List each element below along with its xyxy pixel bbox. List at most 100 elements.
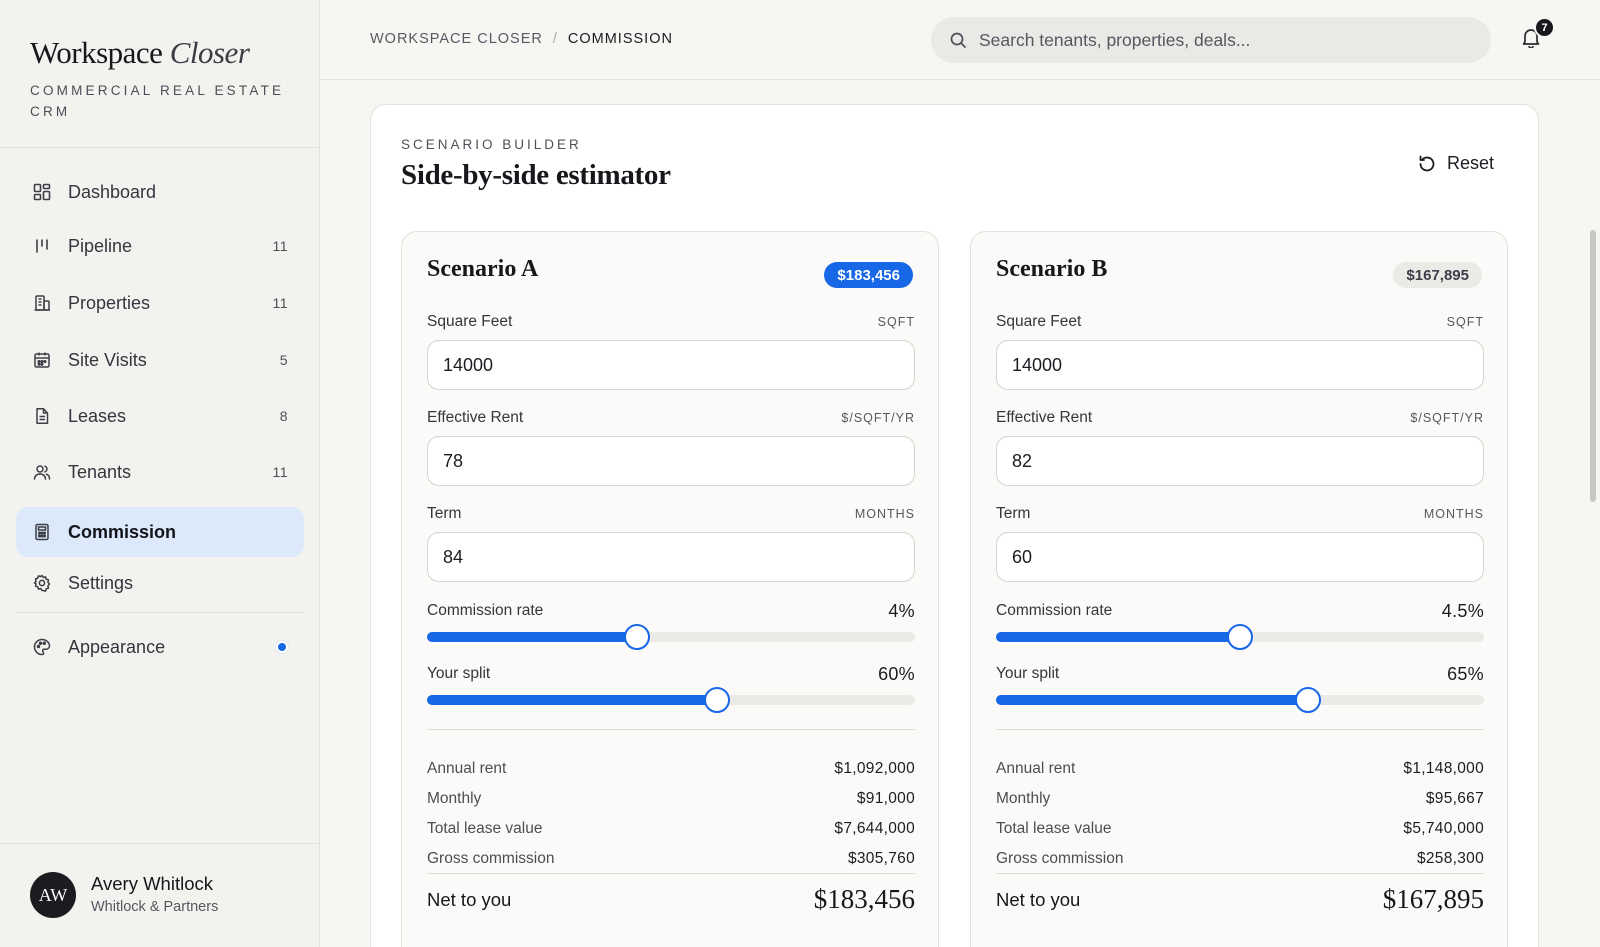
summary-rows: Annual rent $1,092,000 Monthly $91,000 T… xyxy=(427,754,915,874)
reset-label: Reset xyxy=(1446,153,1494,173)
effective-rent-input[interactable] xyxy=(996,436,1484,486)
brand-tagline: COMMERCIAL REAL ESTATE CRM xyxy=(30,83,285,119)
slider-track[interactable] xyxy=(996,687,1484,713)
sidebar-item-properties[interactable]: Properties 11 xyxy=(16,278,304,328)
row-label: Annual rent xyxy=(996,760,1076,777)
effective-rent-input[interactable] xyxy=(427,436,915,486)
square-feet-input[interactable] xyxy=(427,340,915,390)
square-feet-input[interactable] xyxy=(996,340,1484,390)
summary-rows: Annual rent $1,148,000 Monthly $95,667 T… xyxy=(996,754,1484,874)
user-profile[interactable]: AW Avery Whitlock Whitlock & Partners xyxy=(30,872,218,918)
field-unit: MONTHS xyxy=(1423,507,1484,521)
row-value: $91,000 xyxy=(856,790,915,807)
field-label: Square Feet xyxy=(427,313,513,330)
slider-value: 4.5% xyxy=(1441,600,1484,621)
section-eyebrow: SCENARIO BUILDER xyxy=(401,137,582,152)
user-name: Avery Whitlock xyxy=(91,873,213,894)
summary-row-annual-rent: Annual rent $1,092,000 xyxy=(427,754,915,784)
notification-count-badge: 7 xyxy=(1534,17,1555,38)
term-field: Term MONTHS xyxy=(996,504,1484,582)
search-icon xyxy=(949,31,967,49)
term-input[interactable] xyxy=(996,532,1484,582)
field-unit: $/SQFT/YR xyxy=(841,411,915,425)
field-unit: $/SQFT/YR xyxy=(1410,411,1484,425)
palette-icon xyxy=(32,637,52,657)
row-value: $1,092,000 xyxy=(834,760,915,777)
sidebar-item-count: 11 xyxy=(272,238,288,254)
row-label: Total lease value xyxy=(996,820,1112,837)
users-icon xyxy=(32,462,52,482)
sidebar-item-site-visits[interactable]: Site Visits 5 xyxy=(16,335,304,385)
reset-button[interactable]: Reset xyxy=(1417,153,1494,174)
brand-name-main: Workspace xyxy=(30,35,163,70)
slider-fill xyxy=(427,695,718,705)
divider xyxy=(427,729,915,730)
field-unit: SQFT xyxy=(1446,315,1484,329)
page-scrollbar[interactable] xyxy=(1590,230,1596,502)
calculator-icon xyxy=(32,522,52,542)
breadcrumb-root[interactable]: WORKSPACE CLOSER xyxy=(370,31,543,47)
slider-fill xyxy=(996,632,1240,642)
row-label: Gross commission xyxy=(996,850,1124,867)
breadcrumb-current: COMMISSION xyxy=(567,31,673,47)
grid-icon xyxy=(32,182,52,202)
row-value: $258,300 xyxy=(1416,850,1484,867)
sidebar-item-dashboard[interactable]: Dashboard xyxy=(16,167,304,217)
search-input[interactable] xyxy=(979,29,1459,51)
divider xyxy=(996,873,1484,874)
slider-thumb[interactable] xyxy=(1295,687,1322,713)
row-value: $7,644,000 xyxy=(834,820,915,837)
gear-icon xyxy=(32,573,52,593)
sidebar-item-label: Tenants xyxy=(68,461,132,482)
sidebar-item-appearance[interactable]: Appearance xyxy=(16,622,304,672)
sidebar-item-commission[interactable]: Commission xyxy=(16,507,304,557)
your-split-slider: Your split 60% xyxy=(427,663,915,713)
slider-track[interactable] xyxy=(996,624,1484,650)
sidebar-item-count: 11 xyxy=(272,295,288,311)
sidebar-item-settings[interactable]: Settings xyxy=(16,558,304,608)
breadcrumb-separator: / xyxy=(552,31,558,47)
net-to-you-row: Net to you $167,895 xyxy=(996,884,1484,915)
slider-fill xyxy=(996,695,1309,705)
summary-row-annual-rent: Annual rent $1,148,000 xyxy=(996,754,1484,784)
slider-label: Your split xyxy=(996,665,1060,682)
scenario-net-badge: $183,456 xyxy=(824,262,913,288)
field-label: Term xyxy=(996,505,1031,522)
sidebar-item-count: 5 xyxy=(279,352,288,368)
scenario-b-panel: Scenario B $167,895 Square Feet SQFT Eff… xyxy=(970,231,1508,947)
user-info: Avery Whitlock Whitlock & Partners xyxy=(91,873,218,917)
row-label: Gross commission xyxy=(427,850,555,867)
net-value: $183,456 xyxy=(813,884,915,914)
sidebar-item-label: Settings xyxy=(68,572,134,593)
sidebar-footer-divider xyxy=(0,843,320,844)
net-to-you-row: Net to you $183,456 xyxy=(427,884,915,915)
scenario-title: Scenario B xyxy=(996,256,1108,282)
calendar-icon xyxy=(32,350,52,370)
field-label: Term xyxy=(427,505,462,522)
slider-track[interactable] xyxy=(427,687,915,713)
slider-value: 65% xyxy=(1447,663,1484,684)
slider-value: 60% xyxy=(878,663,915,684)
nav-divider xyxy=(16,612,304,613)
sidebar-item-leases[interactable]: Leases 8 xyxy=(16,391,304,441)
slider-thumb[interactable] xyxy=(1227,624,1253,650)
row-value: $305,760 xyxy=(847,850,915,867)
search-bar[interactable] xyxy=(931,17,1491,63)
term-input[interactable] xyxy=(427,532,915,582)
effective-rent-field: Effective Rent $/SQFT/YR xyxy=(996,408,1484,486)
row-label: Annual rent xyxy=(427,760,507,777)
row-value: $95,667 xyxy=(1425,790,1484,807)
sidebar-item-pipeline[interactable]: Pipeline 11 xyxy=(16,221,304,271)
brand: Workspace Closer COMMERCIAL REAL ESTATE … xyxy=(30,34,290,122)
appearance-indicator-dot xyxy=(276,641,288,653)
field-unit: MONTHS xyxy=(854,507,915,521)
slider-thumb[interactable] xyxy=(704,687,731,713)
sidebar-item-tenants[interactable]: Tenants 11 xyxy=(16,447,304,497)
scenario-builder-card: SCENARIO BUILDER Side-by-side estimator … xyxy=(370,104,1539,947)
summary-row-monthly: Monthly $95,667 xyxy=(996,784,1484,814)
commission-rate-slider: Commission rate 4.5% xyxy=(996,600,1484,650)
slider-track[interactable] xyxy=(427,624,915,650)
slider-thumb[interactable] xyxy=(623,624,650,650)
reset-icon xyxy=(1417,154,1437,174)
document-icon xyxy=(32,406,52,426)
